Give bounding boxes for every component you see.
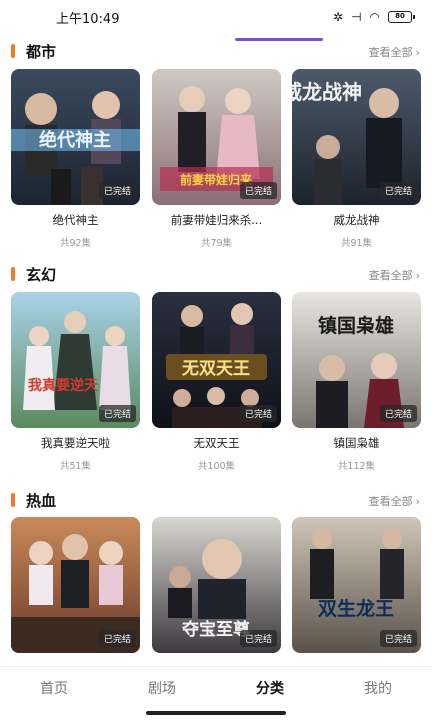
- drama-poster[interactable]: 已完结: [11, 517, 140, 653]
- section-rexue: 热血 查看全部 › 已完结 夺宝至尊 已完结 双生龙王 已完结: [0, 484, 432, 666]
- bluetooth-icon: ✲: [333, 10, 344, 24]
- completed-badge: 已完结: [239, 630, 277, 647]
- poster-title-art: 无双天王: [181, 359, 250, 379]
- drama-title: 我真要逆天啦: [41, 436, 110, 450]
- signal-icon: ⊣: [351, 10, 362, 24]
- section-accent-bar: [11, 44, 15, 58]
- view-all-link[interactable]: 查看全部 ›: [369, 267, 420, 283]
- tab-mine[interactable]: 我的: [324, 667, 432, 710]
- drama-poster[interactable]: 威龙战神 已完结: [292, 69, 421, 205]
- poster-title-art: 双生龙王: [318, 597, 394, 620]
- drama-poster[interactable]: 前妻带娃归来 已完结: [152, 69, 281, 205]
- drama-poster[interactable]: 双生龙王 已完结: [292, 517, 421, 653]
- episode-count: 共51集: [59, 461, 92, 472]
- completed-badge: 已完结: [239, 405, 277, 422]
- completed-badge: 已完结: [98, 182, 136, 199]
- wifi-icon: ◠: [369, 10, 380, 24]
- completed-badge: 已完结: [98, 630, 136, 647]
- tab-category[interactable]: 分类: [216, 667, 324, 710]
- chevron-right-icon: ›: [415, 494, 420, 508]
- section-header: 热血 查看全部 ›: [0, 488, 432, 512]
- completed-badge: 已完结: [379, 182, 417, 199]
- episode-count: 共79集: [200, 238, 233, 249]
- drama-poster[interactable]: 夺宝至尊 已完结: [152, 517, 281, 653]
- tab-home[interactable]: 首页: [0, 667, 108, 710]
- section-header: 都市 查看全部 ›: [0, 39, 432, 63]
- tab-theater[interactable]: 剧场: [108, 667, 216, 710]
- battery-icon: 80: [388, 11, 415, 23]
- episode-count: 共100集: [197, 461, 236, 472]
- status-time: 上午10:49: [56, 11, 120, 27]
- episode-count: 共91集: [340, 238, 373, 249]
- drama-poster[interactable]: 镇国枭雄 已完结: [292, 292, 421, 428]
- section-accent-bar: [11, 493, 15, 507]
- completed-badge: 已完结: [379, 405, 417, 422]
- drama-poster[interactable]: 绝代神主 已完结: [11, 69, 140, 205]
- section-title: 都市: [26, 43, 57, 61]
- home-indicator[interactable]: [146, 711, 286, 715]
- drama-poster[interactable]: 我真要逆天 已完结: [11, 292, 140, 428]
- section-dushi: 都市 查看全部 › 绝代神主 已完结 绝代神主 共92集 前妻带娃归来 已完结 …: [0, 34, 432, 258]
- drama-poster[interactable]: 无双天王 已完结: [152, 292, 281, 428]
- poster-title-art: 镇国枭雄: [318, 314, 394, 337]
- status-icons: ✲ ⊣ ◠ 80: [333, 10, 415, 24]
- drama-title: 无双天王: [193, 436, 240, 450]
- drama-title: 前妻带娃归来杀...: [170, 213, 263, 227]
- drama-title: 镇国枭雄: [333, 436, 380, 450]
- status-bar: 上午10:49 ✲ ⊣ ◠ 80: [0, 0, 432, 34]
- poster-title-art: 我真要逆天: [28, 377, 99, 394]
- category-content[interactable]: 都市 查看全部 › 绝代神主 已完结 绝代神主 共92集 前妻带娃归来 已完结 …: [0, 34, 432, 666]
- episode-count: 共112集: [337, 461, 376, 472]
- view-all-link[interactable]: 查看全部 ›: [369, 493, 420, 509]
- poster-title-art: 威龙战神: [292, 80, 362, 104]
- completed-badge: 已完结: [239, 182, 277, 199]
- section-xuanhuan: 玄幻 查看全部 › 我真要逆天 已完结 我真要逆天啦 共51集 无双天王 已完结…: [0, 259, 432, 483]
- completed-badge: 已完结: [379, 630, 417, 647]
- section-title: 玄幻: [26, 266, 57, 284]
- poster-title-art: 绝代神主: [39, 129, 111, 151]
- completed-badge: 已完结: [98, 405, 136, 422]
- chevron-right-icon: ›: [415, 268, 420, 282]
- active-tab-indicator: [235, 38, 323, 41]
- chevron-right-icon: ›: [415, 45, 420, 59]
- section-accent-bar: [11, 267, 15, 281]
- episode-count: 共92集: [59, 238, 92, 249]
- section-title: 热血: [26, 492, 57, 510]
- drama-title: 绝代神主: [52, 213, 99, 227]
- drama-title: 威龙战神: [333, 213, 380, 227]
- view-all-link[interactable]: 查看全部 ›: [369, 44, 420, 60]
- section-header: 玄幻 查看全部 ›: [0, 262, 432, 286]
- bottom-tab-bar: 首页 剧场 分类 我的: [0, 666, 432, 710]
